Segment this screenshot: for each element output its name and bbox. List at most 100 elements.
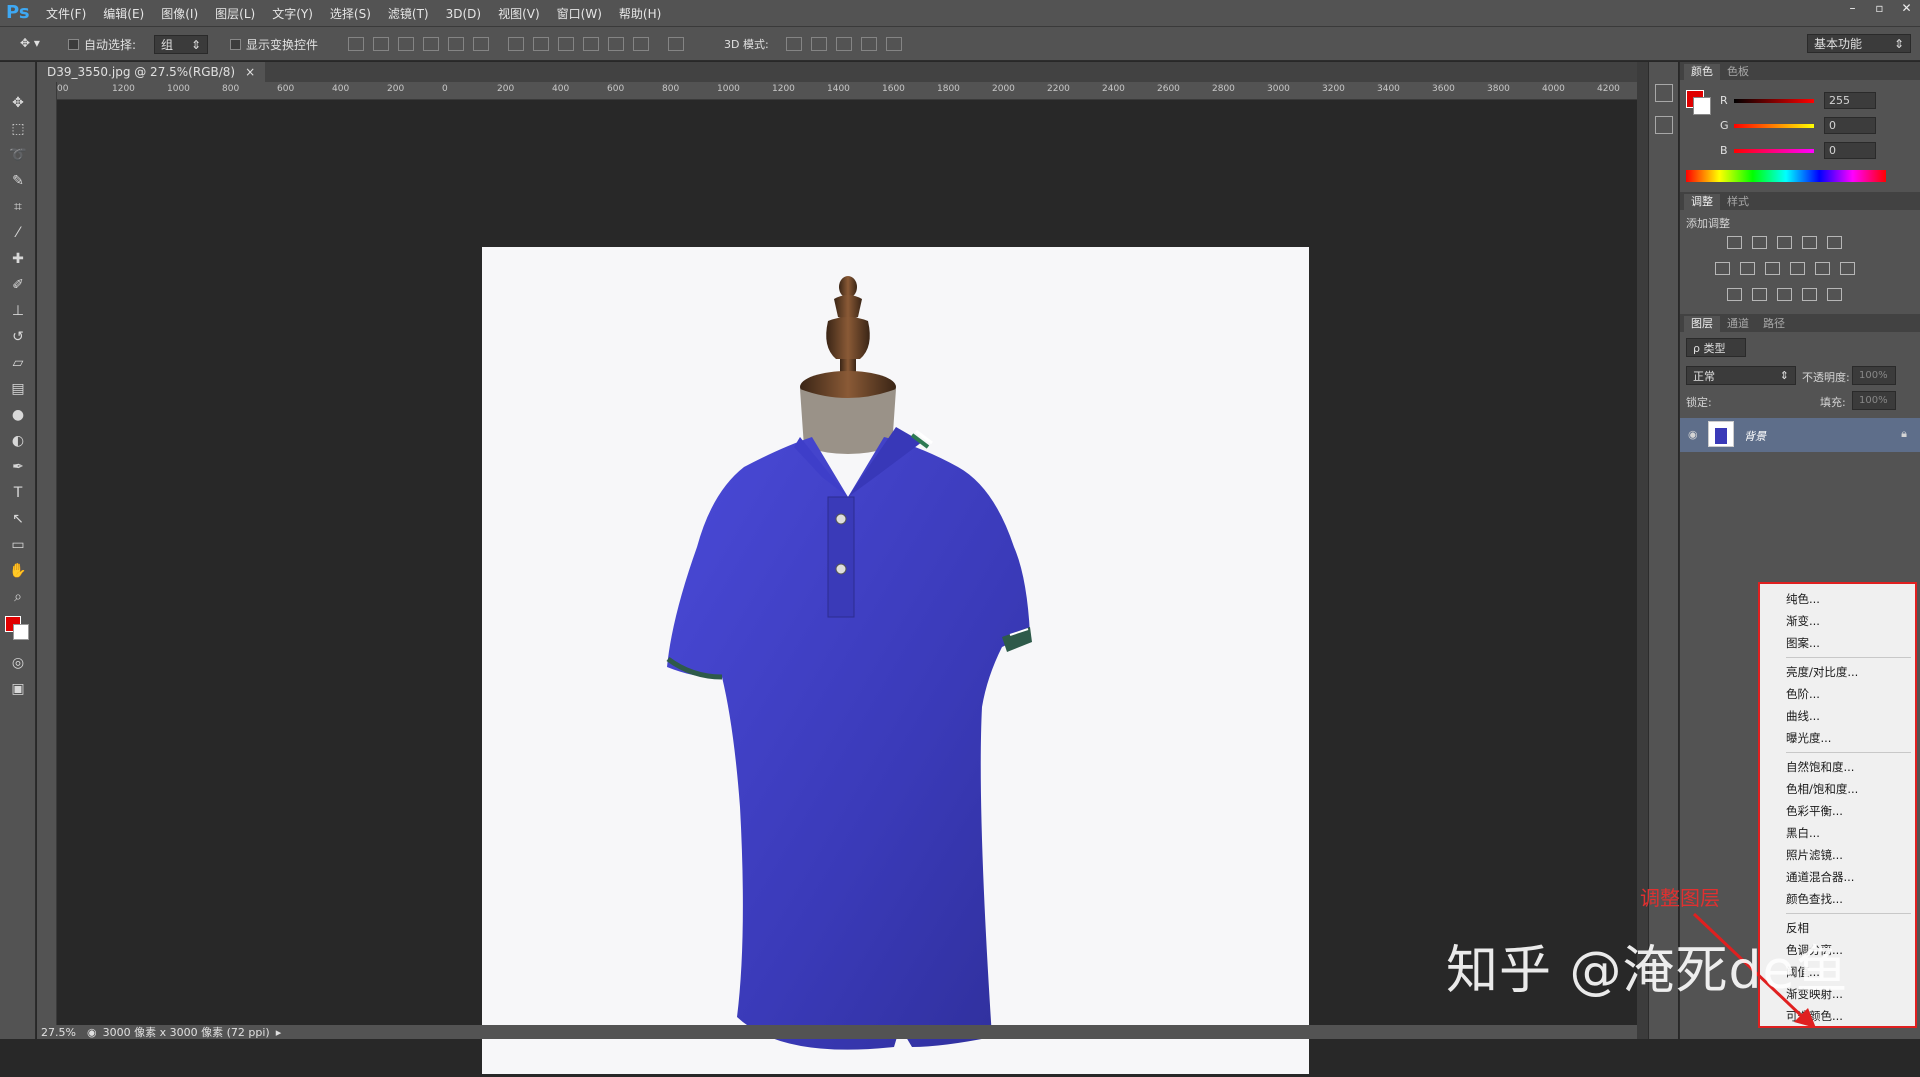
menu-gradient[interactable]: 渐变... <box>1760 610 1915 632</box>
distribute-bottom-icon[interactable] <box>558 37 574 51</box>
posterize-icon[interactable] <box>1752 288 1767 301</box>
menu-hue-saturation[interactable]: 色相/饱和度... <box>1760 778 1915 800</box>
menu-curves[interactable]: 曲线... <box>1760 705 1915 727</box>
menu-black-white[interactable]: 黑白... <box>1760 822 1915 844</box>
menu-color-balance[interactable]: 色彩平衡... <box>1760 800 1915 822</box>
minimize-button[interactable]: – <box>1839 0 1866 16</box>
black-white-icon[interactable] <box>1765 262 1780 275</box>
show-transform-option[interactable]: 显示变换控件 <box>230 36 318 53</box>
zoom-level[interactable]: 27.5% <box>41 1026 81 1039</box>
distribute-right-icon[interactable] <box>633 37 649 51</box>
slide-3d-icon[interactable] <box>861 37 877 51</box>
menu-layer[interactable]: 图层(L) <box>215 5 255 22</box>
tab-swatches[interactable]: 色板 <box>1720 64 1756 80</box>
blue-value[interactable]: 0 <box>1824 142 1876 159</box>
channel-mixer-icon[interactable] <box>1815 262 1830 275</box>
menu-filter[interactable]: 滤镜(T) <box>388 5 429 22</box>
lasso-tool-icon[interactable]: ➰ <box>0 142 36 168</box>
background-color-swatch[interactable] <box>13 624 29 640</box>
pen-tool-icon[interactable]: ✒ <box>0 454 36 480</box>
align-hcenter-icon[interactable] <box>448 37 464 51</box>
align-left-icon[interactable] <box>423 37 439 51</box>
red-slider[interactable]: R 255 <box>1720 92 1876 109</box>
distribute-hcenter-icon[interactable] <box>608 37 624 51</box>
menu-edit[interactable]: 编辑(E) <box>103 5 144 22</box>
threshold-icon[interactable] <box>1777 288 1792 301</box>
healing-tool-icon[interactable]: ✚ <box>0 246 36 272</box>
menu-solid-color[interactable]: 纯色... <box>1760 588 1915 610</box>
auto-select-dropdown[interactable]: 组 ⇕ <box>154 35 208 54</box>
move-tool-icon[interactable]: ✥ <box>0 90 36 116</box>
layer-name[interactable]: 背景 <box>1744 428 1766 444</box>
menu-brightness-contrast[interactable]: 亮度/对比度... <box>1760 661 1915 683</box>
menu-window[interactable]: 窗口(W) <box>557 5 602 22</box>
brush-tool-icon[interactable]: ✐ <box>0 272 36 298</box>
workspace-dropdown[interactable]: 基本功能 ⇕ <box>1807 34 1911 53</box>
tab-color[interactable]: 颜色 <box>1684 64 1720 80</box>
menu-3d[interactable]: 3D(D) <box>446 7 481 21</box>
hue-saturation-icon[interactable] <box>1715 262 1730 275</box>
green-track[interactable] <box>1734 123 1814 128</box>
gradient-map-icon[interactable] <box>1827 288 1842 301</box>
stamp-tool-icon[interactable]: ⊥ <box>0 298 36 324</box>
menu-photo-filter[interactable]: 照片滤镜... <box>1760 844 1915 866</box>
tab-paths[interactable]: 路径 <box>1756 316 1792 332</box>
exposure-icon[interactable] <box>1802 236 1817 249</box>
canvas-area[interactable] <box>57 100 1637 1074</box>
background-color-swatch[interactable] <box>1693 97 1711 115</box>
color-lookup-icon[interactable] <box>1840 262 1855 275</box>
align-bottom-icon[interactable] <box>398 37 414 51</box>
properties-panel-icon[interactable] <box>1654 116 1673 134</box>
hand-tool-icon[interactable]: ✋ <box>0 558 36 584</box>
crop-tool-icon[interactable]: ⌗ <box>0 194 36 220</box>
gradient-tool-icon[interactable]: ▤ <box>0 376 36 402</box>
menu-file[interactable]: 文件(F) <box>46 5 86 22</box>
menu-help[interactable]: 帮助(H) <box>619 5 661 22</box>
menu-image[interactable]: 图像(I) <box>161 5 198 22</box>
align-top-icon[interactable] <box>348 37 364 51</box>
blue-track[interactable] <box>1734 148 1814 153</box>
auto-select-checkbox[interactable] <box>68 39 79 50</box>
document-image[interactable] <box>482 247 1309 1074</box>
vibrance-icon[interactable] <box>1827 236 1842 249</box>
blend-mode-dropdown[interactable]: 正常 ⇕ <box>1686 366 1796 385</box>
history-brush-tool-icon[interactable]: ↺ <box>0 324 36 350</box>
type-tool-icon[interactable]: T <box>0 480 36 506</box>
menu-vibrance[interactable]: 自然饱和度... <box>1760 756 1915 778</box>
eye-icon[interactable]: ◉ <box>1688 428 1698 441</box>
selective-color-icon[interactable] <box>1802 288 1817 301</box>
path-select-tool-icon[interactable]: ↖ <box>0 506 36 532</box>
distribute-vcenter-icon[interactable] <box>533 37 549 51</box>
marquee-tool-icon[interactable]: ⬚ <box>0 116 36 142</box>
tab-styles[interactable]: 样式 <box>1720 194 1756 210</box>
screen-mode-icon[interactable]: ▣ <box>0 676 36 702</box>
menu-channel-mixer[interactable]: 通道混合器... <box>1760 866 1915 888</box>
auto-align-icon[interactable] <box>668 37 684 51</box>
tab-channels[interactable]: 通道 <box>1720 316 1756 332</box>
levels-icon[interactable] <box>1752 236 1767 249</box>
rotate-3d-icon[interactable] <box>786 37 802 51</box>
tab-adjustments[interactable]: 调整 <box>1684 194 1720 210</box>
green-slider[interactable]: G 0 <box>1720 117 1876 134</box>
red-track[interactable] <box>1734 98 1814 103</box>
menu-exposure[interactable]: 曝光度... <box>1760 727 1915 749</box>
blue-slider[interactable]: B 0 <box>1720 142 1876 159</box>
pan-3d-icon[interactable] <box>836 37 852 51</box>
menu-color-lookup[interactable]: 颜色查找... <box>1760 888 1915 910</box>
eraser-tool-icon[interactable]: ▱ <box>0 350 36 376</box>
eyedropper-tool-icon[interactable]: ⁄ <box>0 220 36 246</box>
menu-pattern[interactable]: 图案... <box>1760 632 1915 654</box>
roll-3d-icon[interactable] <box>811 37 827 51</box>
photo-filter-icon[interactable] <box>1790 262 1805 275</box>
align-right-icon[interactable] <box>473 37 489 51</box>
show-transform-checkbox[interactable] <box>230 39 241 50</box>
status-arrow-icon[interactable]: ▸ <box>276 1026 282 1039</box>
blur-tool-icon[interactable]: ● <box>0 402 36 428</box>
curves-icon[interactable] <box>1777 236 1792 249</box>
quick-select-tool-icon[interactable]: ✎ <box>0 168 36 194</box>
document-tab[interactable]: D39_3550.jpg @ 27.5%(RGB/8) × <box>37 62 266 82</box>
distribute-left-icon[interactable] <box>583 37 599 51</box>
green-value[interactable]: 0 <box>1824 117 1876 134</box>
color-spectrum-bar[interactable] <box>1686 170 1886 182</box>
tab-layers[interactable]: 图层 <box>1684 316 1720 332</box>
